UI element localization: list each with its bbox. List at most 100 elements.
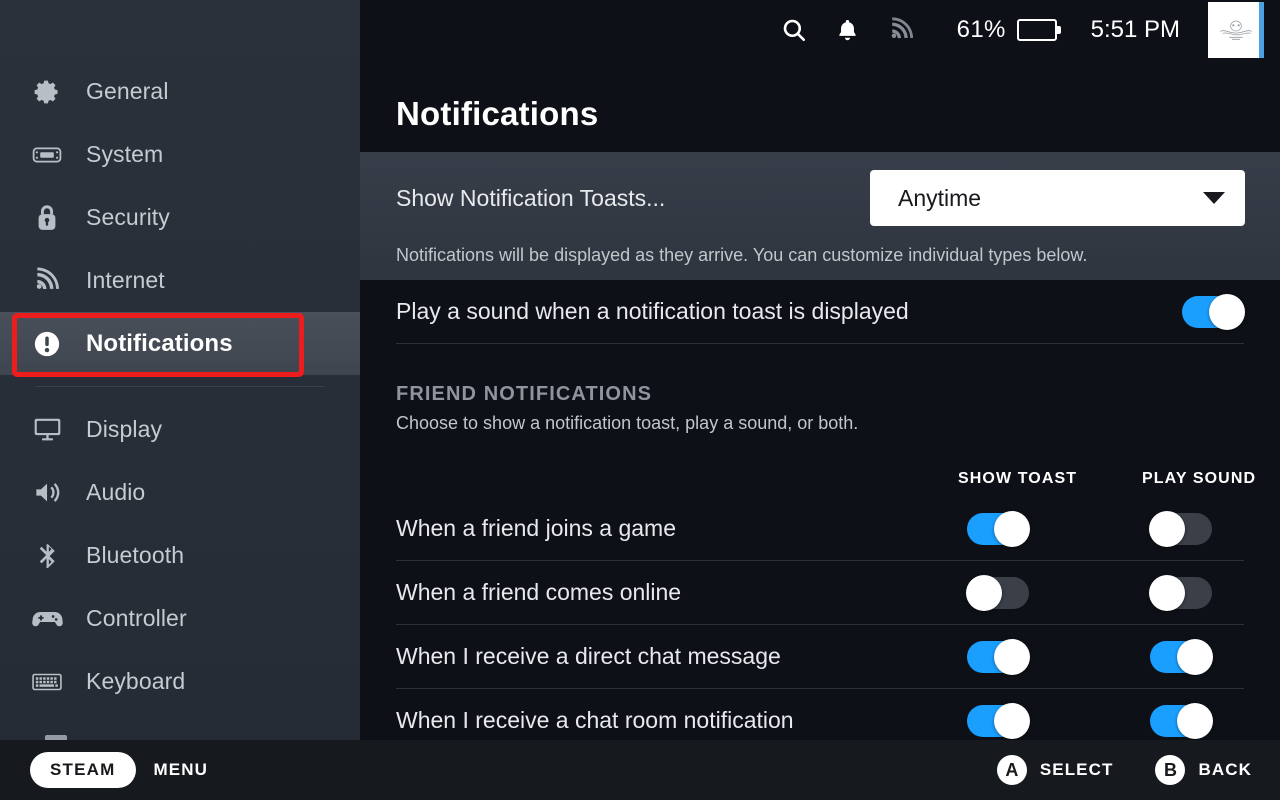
select-hint[interactable]: A SELECT (996, 755, 1114, 785)
gamepad-icon (30, 603, 64, 635)
friend-notifications-subtitle: Choose to show a notification toast, pla… (396, 413, 859, 433)
play-sound-cell (1143, 510, 1219, 547)
sound-toggle-section: Play a sound when a notification toast i… (360, 280, 1280, 344)
chevron-down-icon (1203, 192, 1225, 204)
toast-frequency-dropdown[interactable]: Anytime (870, 170, 1245, 226)
show-toast-cell (960, 510, 1036, 547)
toggle-knob (966, 574, 1002, 611)
sidebar-item-label: Controller (86, 605, 187, 631)
wifi-icon (30, 265, 64, 297)
bell-icon[interactable] (821, 0, 875, 60)
table-row[interactable]: When a friend comes online (360, 561, 1280, 624)
table-row[interactable]: When a friend joins a game (360, 497, 1280, 560)
battery-percent-label: 61% (956, 16, 1006, 43)
sidebar-item-label: Bluetooth (86, 542, 185, 568)
speaker-icon (30, 477, 64, 509)
show-toast-toggle[interactable] (967, 702, 1030, 739)
play-sound-cell (1143, 638, 1219, 675)
toggle-knob (1209, 293, 1245, 330)
alert-circle-icon (30, 328, 64, 360)
monitor-icon (30, 414, 64, 446)
back-hint[interactable]: B BACK (1155, 755, 1252, 785)
toggle-knob (994, 638, 1030, 675)
friend-row-label: When I receive a direct chat message (396, 643, 781, 669)
play-sound-cell (1143, 702, 1219, 739)
dropdown-selected-value: Anytime (898, 184, 982, 211)
friend-notification-rows: When a friend joins a game When a friend … (360, 497, 1280, 740)
search-icon[interactable] (767, 0, 821, 60)
sidebar-item-label: Display (86, 416, 163, 442)
play-sound-toggle[interactable] (1149, 574, 1212, 611)
sidebar-item-label: Audio (86, 479, 146, 505)
friend-notifications-title: FRIEND NOTIFICATIONS (396, 383, 653, 405)
friend-row-label: When a friend joins a game (396, 515, 676, 541)
status-bar: 61% 5:51 PM (360, 0, 1280, 60)
sidebar-item-notifications[interactable]: Notifications (0, 312, 360, 375)
table-row[interactable]: When I receive a chat room notification (360, 689, 1280, 740)
b-button-icon: B (1155, 755, 1186, 785)
play-sound-toggle[interactable] (1150, 702, 1213, 739)
play-sound-toggle-slot (1168, 293, 1245, 330)
table-row[interactable]: When I receive a direct chat message (360, 625, 1280, 688)
play-sound-row-label: Play a sound when a notification toast i… (396, 298, 909, 324)
sidebar-item-label: Notifications (86, 329, 233, 357)
sidebar-divider (35, 386, 325, 387)
show-toast-toggle[interactable] (966, 574, 1029, 611)
footer-right-group: A SELECT B BACK (996, 755, 1252, 785)
a-button-icon: A (996, 755, 1027, 785)
sidebar-item-keyboard[interactable]: Keyboard (0, 650, 360, 713)
matrix-column-headers: SHOW TOAST PLAY SOUND (360, 470, 1280, 492)
sidebar-item-general[interactable]: General (0, 60, 360, 123)
sidebar-item-internet[interactable]: Internet (0, 249, 360, 312)
sidebar-item-label: Security (86, 204, 170, 230)
avatar[interactable] (1208, 2, 1264, 58)
play-sound-row[interactable]: Play a sound when a notification toast i… (360, 280, 1280, 343)
play-sound-cell (1143, 574, 1219, 611)
toggle-knob (994, 702, 1030, 739)
show-toast-cell (960, 702, 1036, 739)
back-label: BACK (1198, 760, 1252, 779)
toggle-knob (1177, 702, 1213, 739)
steam-button[interactable]: STEAM (30, 752, 136, 788)
column-header-show-toast: SHOW TOAST (958, 470, 1078, 487)
sidebar-item-controller[interactable]: Controller (0, 587, 360, 650)
sidebar-item-display[interactable]: Display (0, 398, 360, 461)
sidebar-item-system[interactable]: System (0, 123, 360, 186)
footer-left-group: STEAM MENU (30, 752, 208, 788)
notification-toast-setting-band: Show Notification Toasts... Anytime Noti… (360, 152, 1280, 280)
play-sound-toggle[interactable] (1182, 293, 1245, 330)
show-toast-toggle[interactable] (967, 638, 1030, 675)
wifi-icon[interactable] (875, 0, 929, 60)
toast-setting-help-text: Notifications will be displayed as they … (396, 245, 1088, 265)
sidebar-nav-list: General System Security Internet Notificatio… (0, 60, 360, 713)
page-title: Notifications (396, 95, 599, 132)
toggle-knob (1149, 574, 1185, 611)
toast-setting-label: Show Notification Toasts... (396, 185, 666, 211)
toggle-knob (1177, 638, 1213, 675)
toggle-knob (1149, 510, 1185, 547)
steam-deck-settings-screen: General System Security Internet Notificatio… (0, 0, 1280, 800)
clock-label: 5:51 PM (1090, 16, 1180, 43)
keyboard-icon (30, 666, 64, 698)
show-toast-toggle[interactable] (967, 510, 1030, 547)
sidebar-item-label: General (86, 78, 169, 104)
lock-icon (30, 202, 64, 234)
sidebar-item-audio[interactable]: Audio (0, 461, 360, 524)
sidebar-item-bluetooth[interactable]: Bluetooth (0, 524, 360, 587)
show-toast-cell (960, 574, 1036, 611)
sidebar-item-security[interactable]: Security (0, 186, 360, 249)
handheld-icon (30, 139, 64, 171)
sidebar-item-label: Keyboard (86, 668, 186, 694)
battery-icon (1016, 19, 1061, 41)
show-toast-cell (960, 638, 1036, 675)
gear-icon (30, 76, 64, 108)
play-sound-toggle[interactable] (1150, 638, 1213, 675)
sidebar-item-label: System (86, 141, 164, 167)
column-header-play-sound: PLAY SOUND (1142, 470, 1257, 487)
battery-indicator: 61% (956, 16, 1061, 44)
select-label: SELECT (1039, 760, 1114, 779)
footer-bar: STEAM MENU A SELECT B BACK (0, 740, 1280, 800)
sidebar-item-label: Internet (86, 267, 165, 293)
play-sound-toggle[interactable] (1149, 510, 1212, 547)
row-divider (396, 343, 1244, 344)
